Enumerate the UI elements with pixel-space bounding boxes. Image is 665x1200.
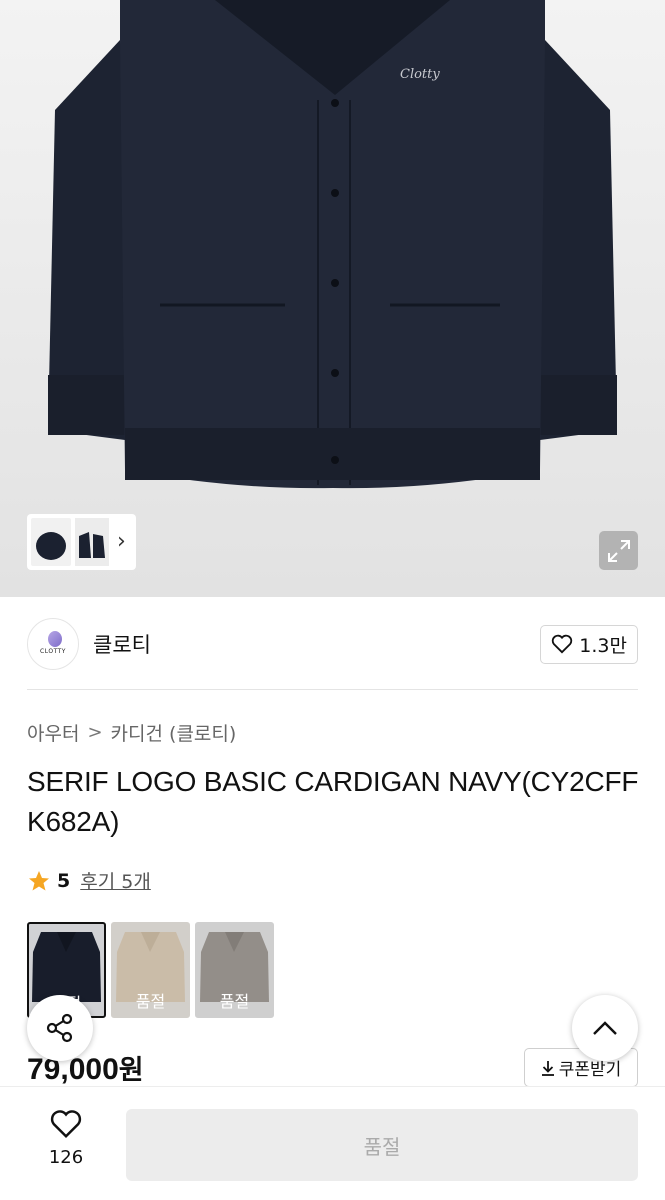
product-image-hero[interactable]: Clotty › [0, 0, 665, 597]
scroll-top-button[interactable] [572, 995, 638, 1061]
brand-logo-text: CLOTTY [40, 648, 66, 655]
share-button[interactable] [27, 995, 93, 1061]
star-icon [29, 870, 49, 890]
breadcrumb-subcategory[interactable]: 카디건 (클로티) [111, 719, 237, 746]
download-icon [541, 1060, 554, 1076]
heart-icon [552, 634, 573, 654]
color-option-beige[interactable]: 품절 [111, 922, 190, 1018]
wishlist-count: 126 [48, 1147, 84, 1168]
product-photo: Clotty [48, 0, 617, 489]
buy-button-soldout[interactable]: 품절 [126, 1109, 638, 1181]
color-option-soldout-label: 품절 [135, 992, 166, 1011]
thumbnail-back[interactable] [75, 518, 109, 566]
breadcrumb-separator: > [87, 722, 103, 743]
brand-logo[interactable]: CLOTTY [27, 618, 79, 670]
brand-name[interactable]: 클로티 [93, 629, 151, 659]
color-option-soldout-label: 품절 [219, 992, 250, 1011]
price-unit: 원 [118, 1055, 144, 1086]
breadcrumb: 아우터 > 카디건 (클로티) [27, 719, 236, 746]
wishlist-button[interactable]: 126 [30, 1109, 102, 1168]
brand-row: CLOTTY 클로티 1.3만 [27, 617, 638, 671]
embroidered-logo-text: Clotty [400, 67, 440, 82]
breadcrumb-category[interactable]: 아우터 [27, 719, 79, 746]
thumbnail-next-icon[interactable]: › [117, 531, 126, 553]
color-option-gray[interactable]: 품절 [195, 922, 274, 1018]
bottom-action-bar: 126 품절 [0, 1086, 665, 1200]
rating-score: 5 [57, 869, 71, 892]
thumbnail-front[interactable] [31, 518, 71, 566]
review-count-link[interactable]: 후기 5개 [80, 867, 151, 894]
heart-icon [50, 1110, 82, 1139]
rating-row: 5 후기 5개 [27, 867, 151, 894]
expand-icon[interactable] [599, 531, 638, 570]
share-icon [46, 1013, 73, 1043]
divider [27, 689, 638, 690]
brand-like-button[interactable]: 1.3만 [540, 624, 638, 664]
chevron-up-icon [593, 1021, 617, 1035]
product-title: SERIF LOGO BASIC CARDIGAN NAVY(CY2CFFK68… [27, 766, 639, 837]
brand-like-count: 1.3만 [579, 634, 627, 657]
thumbnail-strip[interactable]: › [27, 514, 136, 570]
